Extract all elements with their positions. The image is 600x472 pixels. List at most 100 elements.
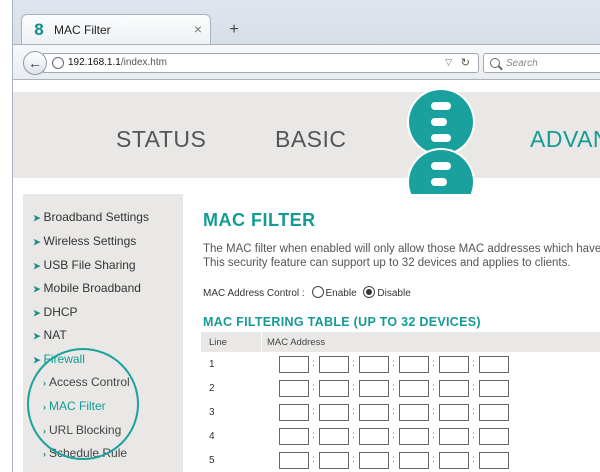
mac-octet-input[interactable]: [479, 356, 509, 373]
globe-icon: [52, 57, 64, 69]
octet-separator: :: [392, 382, 395, 393]
octet-separator: :: [432, 358, 435, 369]
mac-octet-input[interactable]: [479, 452, 509, 469]
navigation-bar: 192.168.1.1/index.htm ▽ ↻ ← Search: [13, 44, 600, 80]
mac-octet-input[interactable]: [279, 452, 309, 469]
page-title: MAC FILTER: [203, 210, 316, 230]
table-row: 5:::::: [201, 450, 600, 472]
octet-separator: :: [392, 358, 395, 369]
sidebar-item-nat[interactable]: ➤ NAT: [33, 328, 67, 342]
chevron-right-icon: ➤: [33, 331, 41, 341]
table-title: MAC FILTERING TABLE (UP TO 32 DEVICES): [203, 315, 481, 329]
table-header: Line MAC Address: [201, 332, 600, 352]
mac-octet-input[interactable]: [399, 452, 429, 469]
mac-octet-input[interactable]: [359, 356, 389, 373]
browser-chrome: 8 MAC Filter × + 192.168.1.1/index.htm ▽…: [12, 0, 600, 80]
mac-octet-input[interactable]: [439, 356, 469, 373]
search-placeholder: Search: [506, 58, 538, 69]
browser-tab[interactable]: 8 MAC Filter ×: [21, 14, 211, 44]
sidebar-item-usb-file-sharing[interactable]: ➤ USB File Sharing: [33, 258, 136, 272]
octet-separator: :: [352, 406, 355, 417]
octet-separator: :: [312, 430, 315, 441]
octet-separator: :: [352, 382, 355, 393]
octet-separator: :: [472, 454, 475, 465]
disable-radio[interactable]: [363, 286, 376, 298]
mac-octet-input[interactable]: [279, 428, 309, 445]
row-number: 3: [209, 407, 215, 418]
disable-label: Disable: [377, 288, 411, 299]
mac-octet-input[interactable]: [399, 356, 429, 373]
tab-close-icon[interactable]: ×: [194, 21, 202, 37]
sidebar-item-broadband-settings[interactable]: ➤ Broadband Settings: [33, 210, 149, 224]
octet-separator: :: [472, 430, 475, 441]
back-arrow-icon: ←: [28, 55, 42, 71]
ee-favicon-icon: 8: [34, 20, 44, 39]
mac-octet-input[interactable]: [479, 380, 509, 397]
mac-octet-input[interactable]: [359, 428, 389, 445]
url-text: 192.168.1.1/index.htm: [68, 57, 167, 68]
highlight-ring: [27, 348, 139, 460]
mac-octet-input[interactable]: [399, 428, 429, 445]
chevron-right-icon: ➤: [33, 261, 41, 271]
table-row: 1:::::: [201, 354, 600, 378]
mac-octet-input[interactable]: [319, 404, 349, 421]
chevron-right-icon: ➤: [33, 308, 41, 318]
mac-octet-input[interactable]: [439, 380, 469, 397]
search-icon: [490, 58, 500, 68]
octet-separator: :: [392, 430, 395, 441]
nav-status[interactable]: STATUS: [116, 126, 206, 153]
search-input[interactable]: Search: [483, 53, 600, 73]
octet-separator: :: [472, 382, 475, 393]
mac-octet-input[interactable]: [479, 404, 509, 421]
chevron-right-icon: ➤: [33, 237, 41, 247]
octet-separator: :: [312, 358, 315, 369]
top-navigation: STATUS BASIC ADVAN: [13, 92, 600, 178]
mac-octet-input[interactable]: [399, 404, 429, 421]
tab-title: MAC Filter: [54, 23, 111, 37]
mac-octet-input[interactable]: [359, 452, 389, 469]
table-row: 3:::::: [201, 402, 600, 426]
octet-separator: :: [312, 382, 315, 393]
description: The MAC filter when enabled will only al…: [203, 243, 600, 269]
mac-octet-input[interactable]: [439, 428, 469, 445]
mac-octet-input[interactable]: [399, 380, 429, 397]
sidebar-item-wireless-settings[interactable]: ➤ Wireless Settings: [33, 234, 136, 248]
mac-octet-input[interactable]: [359, 380, 389, 397]
reload-icon[interactable]: ↻: [461, 56, 470, 69]
control-label: MAC Address Control :: [203, 288, 305, 299]
mac-octet-input[interactable]: [479, 428, 509, 445]
mac-octet-input[interactable]: [279, 380, 309, 397]
chevron-down-icon: ➤: [33, 355, 41, 365]
mac-octet-input[interactable]: [319, 356, 349, 373]
row-number: 2: [209, 383, 215, 394]
sidebar-item-dhcp[interactable]: ➤ DHCP: [33, 305, 78, 319]
mac-octet-input[interactable]: [319, 452, 349, 469]
mac-octet-input[interactable]: [319, 380, 349, 397]
row-number: 1: [209, 359, 215, 370]
nav-advanced[interactable]: ADVAN: [530, 126, 600, 153]
mac-octet-input[interactable]: [439, 404, 469, 421]
address-bar[interactable]: 192.168.1.1/index.htm ▽ ↻: [43, 53, 479, 73]
back-button[interactable]: ←: [23, 51, 47, 75]
sidebar-item-mobile-broadband[interactable]: ➤ Mobile Broadband: [33, 281, 141, 295]
chevron-right-icon: ➤: [33, 213, 41, 223]
mac-octet-input[interactable]: [319, 428, 349, 445]
octet-separator: :: [392, 406, 395, 417]
mac-octet-input[interactable]: [279, 404, 309, 421]
octet-separator: :: [432, 406, 435, 417]
main-content: MAC FILTER The MAC filter when enabled w…: [191, 194, 600, 472]
mac-octet-input[interactable]: [279, 356, 309, 373]
mac-octet-input[interactable]: [359, 404, 389, 421]
nav-basic[interactable]: BASIC: [275, 126, 347, 153]
column-divider: [261, 332, 262, 352]
mac-octet-input[interactable]: [439, 452, 469, 469]
column-header-mac: MAC Address: [267, 337, 326, 348]
new-tab-button[interactable]: +: [223, 20, 245, 40]
octet-separator: :: [432, 382, 435, 393]
mac-address-control: MAC Address Control : Enable Disable: [203, 286, 411, 299]
url-dropdown-icon[interactable]: ▽: [445, 57, 452, 68]
octet-separator: :: [352, 358, 355, 369]
column-header-line: Line: [209, 337, 227, 348]
ee-logo-disc-top: [409, 90, 473, 154]
enable-radio[interactable]: [311, 286, 324, 298]
